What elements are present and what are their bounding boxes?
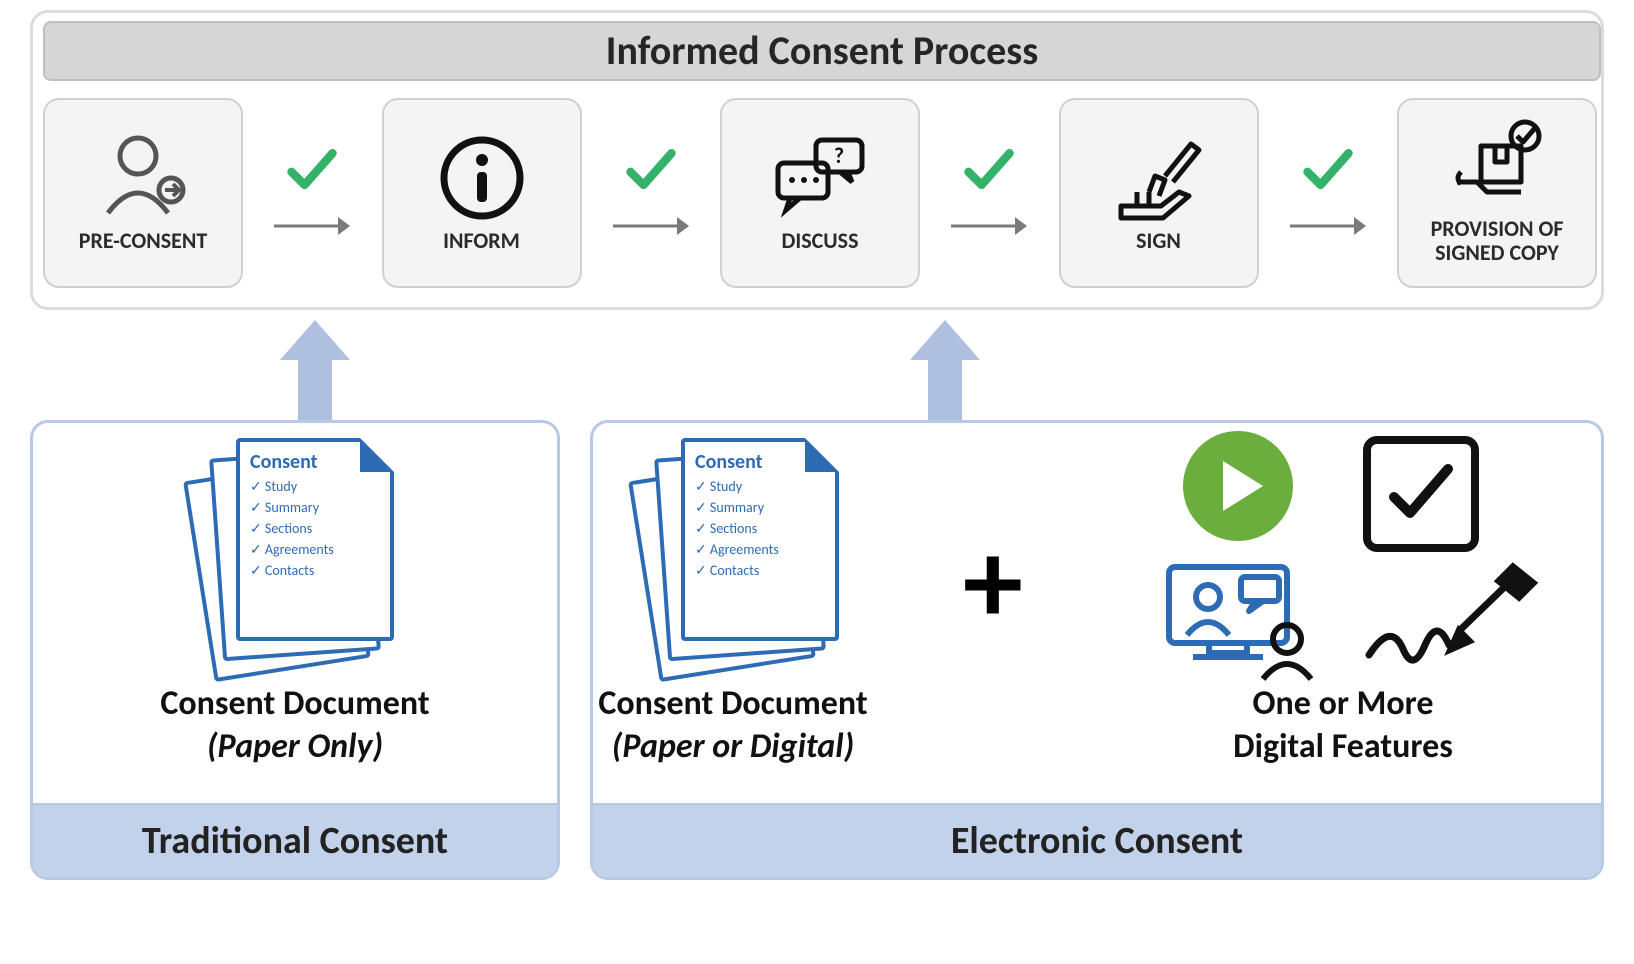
- desc-line: Digital Features: [1233, 726, 1453, 767]
- step-label: DISCUSS: [782, 229, 859, 253]
- play-icon: [1183, 431, 1293, 541]
- step-connector: [920, 142, 1059, 244]
- digital-features-cluster: [1153, 431, 1573, 681]
- e-signature-icon: [1363, 561, 1543, 671]
- desc-line: (Paper or Digital): [612, 726, 854, 767]
- step-connector: [243, 142, 382, 244]
- diagram-canvas: Informed Consent Process PRE-CONSENT: [0, 0, 1634, 964]
- checkmark-icon: [1300, 142, 1356, 203]
- doc-item: Contacts: [250, 560, 390, 581]
- info-icon: [432, 133, 532, 223]
- doc-item: Contacts: [695, 560, 835, 581]
- arrow-right-icon: [272, 213, 352, 244]
- step-sign: SIGN: [1059, 98, 1259, 288]
- arrow-right-icon: [949, 213, 1029, 244]
- doc-item: Study: [695, 476, 835, 497]
- step-discuss: ? DISCUSS: [720, 98, 920, 288]
- process-title: Informed Consent Process: [43, 21, 1601, 81]
- desc-line: One or More: [1253, 683, 1434, 724]
- doc-item: Agreements: [695, 539, 835, 560]
- electronic-title: Electronic Consent: [593, 803, 1601, 877]
- doc-items: Study Summary Sections Agreements Contac…: [240, 476, 390, 581]
- desc-line: Consent Document: [598, 683, 867, 724]
- electronic-content: Consent Study Summary Sections Agreement…: [593, 423, 1601, 803]
- step-provision: PROVISION OF SIGNED COPY: [1397, 98, 1597, 288]
- step-label: PRE-CONSENT: [79, 229, 208, 253]
- doc-items: Study Summary Sections Agreements Contac…: [685, 476, 835, 581]
- hand-sign-icon: [1109, 133, 1209, 223]
- step-connector: [1259, 142, 1398, 244]
- checkmark-icon: [623, 142, 679, 203]
- step-inform: INFORM: [382, 98, 582, 288]
- chat-icon: ?: [770, 133, 870, 223]
- step-connector: [582, 142, 721, 244]
- electronic-doc-desc: Consent Document (Paper or Digital): [353, 683, 1113, 768]
- arrow-right-icon: [611, 213, 691, 244]
- doc-item: Sections: [250, 518, 390, 539]
- step-label: PROVISION OF SIGNED COPY: [1399, 217, 1595, 265]
- arrow-up-traditional-icon: [280, 320, 350, 420]
- arrow-right-icon: [1288, 213, 1368, 244]
- process-steps-row: PRE-CONSENT INFORM: [43, 93, 1597, 293]
- step-pre-consent: PRE-CONSENT: [43, 98, 243, 288]
- doc-item: Summary: [695, 497, 835, 518]
- doc-item: Summary: [250, 497, 390, 518]
- svg-text:?: ?: [834, 142, 844, 169]
- step-label: INFORM: [443, 229, 520, 253]
- telehealth-icon: [1163, 561, 1333, 681]
- checkmark-icon: [961, 142, 1017, 203]
- process-container: Informed Consent Process PRE-CONSENT: [30, 10, 1604, 310]
- person-arrow-icon: [93, 133, 193, 223]
- electronic-features-desc: One or More Digital Features: [1103, 683, 1583, 768]
- traditional-title: Traditional Consent: [33, 803, 557, 877]
- step-label: SIGN: [1136, 229, 1181, 253]
- doc-item: Sections: [695, 518, 835, 539]
- doc-item: Study: [250, 476, 390, 497]
- plus-icon: +: [963, 523, 1023, 643]
- doc-item: Agreements: [250, 539, 390, 560]
- checkmark-icon: [284, 142, 340, 203]
- traditional-consent-box: Consent Study Summary Sections Agreement…: [30, 420, 560, 880]
- checkbox-icon: [1363, 436, 1479, 552]
- arrow-up-electronic-icon: [910, 320, 980, 420]
- package-check-icon: [1447, 121, 1547, 211]
- electronic-consent-box: Consent Study Summary Sections Agreement…: [590, 420, 1604, 880]
